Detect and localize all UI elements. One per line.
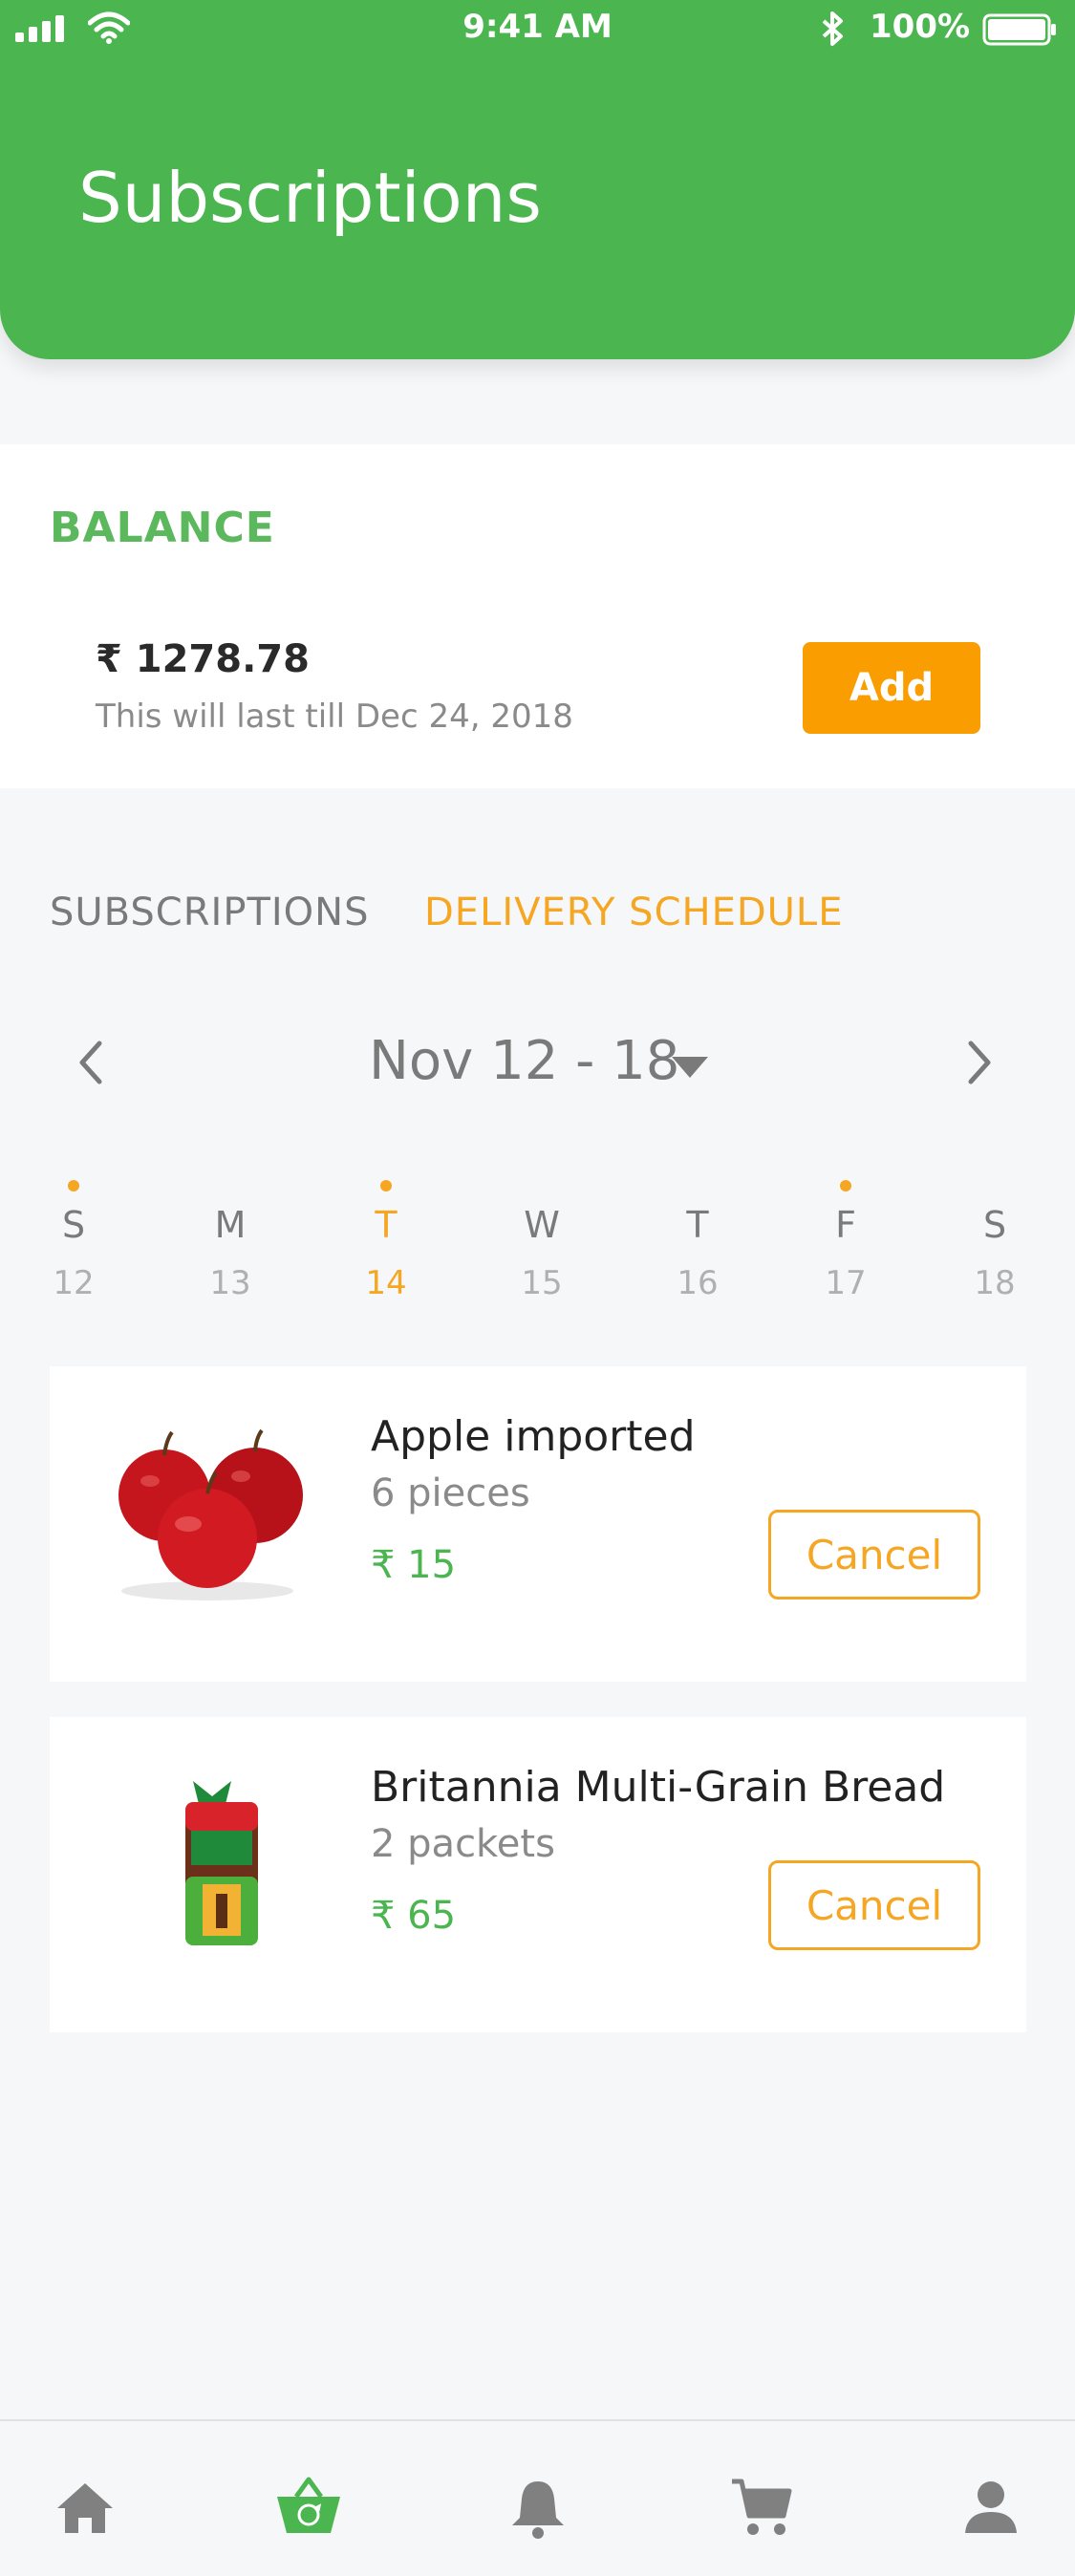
balance-duration-note: This will last till Dec 24, 2018 [96,698,573,736]
user-icon[interactable] [957,2474,1024,2541]
day-number: 14 [365,1264,407,1302]
week-range-selector[interactable]: Nov 12 - 18 [369,1030,679,1092]
balance-amount: ₹ 1278.78 [96,637,310,681]
day-letter: T [686,1204,709,1246]
add-balance-button[interactable]: Add [803,642,980,734]
day-number: 13 [209,1264,251,1302]
item-quantity: 2 packets [371,1822,555,1866]
day-letter: T [375,1204,398,1246]
delivery-dot [380,1180,392,1191]
day-saturday-18[interactable]: S 18 [952,1180,1038,1302]
bluetooth-icon [822,11,843,46]
item-name: Apple imported [371,1412,696,1461]
day-thursday-16[interactable]: T 16 [655,1180,741,1302]
battery-icon [982,13,1056,46]
bell-icon[interactable] [505,2474,571,2541]
cancel-button[interactable]: Cancel [768,1510,980,1599]
day-friday-17[interactable]: F 17 [803,1180,889,1302]
delivery-dot [68,1180,79,1191]
day-letter: S [982,1204,1007,1246]
tab-delivery-schedule[interactable]: DELIVERY SCHEDULE [424,891,843,934]
battery-percentage: 100% [870,8,971,46]
status-bar: 9:41 AM 100% [0,0,1075,57]
item-name: Britannia Multi-Grain Bread [371,1763,946,1812]
day-letter: W [524,1204,560,1246]
chevron-down-icon[interactable] [672,1057,708,1078]
day-number: 15 [521,1264,563,1302]
day-tuesday-14[interactable]: T 14 [343,1180,429,1302]
subscription-item-card: Britannia Multi-Grain Bread 2 packets ₹ … [50,1717,1026,2032]
day-letter: F [835,1204,856,1246]
day-letter: S [61,1204,86,1246]
item-price: ₹ 65 [371,1894,457,1938]
day-number: 16 [677,1264,719,1302]
balance-label: BALANCE [50,504,275,552]
cart-icon[interactable] [728,2474,795,2541]
tab-subscriptions[interactable]: SUBSCRIPTIONS [50,891,369,934]
home-icon[interactable] [52,2474,118,2541]
cancel-button[interactable]: Cancel [768,1860,980,1950]
apple-product-image [118,1428,303,1600]
day-number: 12 [53,1264,95,1302]
app-header: 9:41 AM 100% Subscriptions [0,0,1075,359]
bottom-navigation [0,2419,1075,2576]
subscription-item-card: Apple imported 6 pieces ₹ 15 Cancel [50,1366,1026,1682]
day-number: 17 [825,1264,867,1302]
balance-card: BALANCE ₹ 1278.78 This will last till De… [0,444,1075,788]
day-wednesday-15[interactable]: W 15 [499,1180,585,1302]
page-title: Subscriptions [78,158,542,238]
previous-week-icon[interactable] [76,1040,103,1085]
day-monday-13[interactable]: M 13 [187,1180,273,1302]
day-letter: M [214,1204,247,1246]
item-quantity: 6 pieces [371,1471,530,1515]
subscription-basket-icon[interactable] [275,2474,342,2541]
bread-packet-product-image [185,1781,258,1945]
delivery-dot [840,1180,851,1191]
day-number: 18 [974,1264,1016,1302]
next-week-icon[interactable] [967,1040,994,1085]
day-sunday-12[interactable]: S 12 [31,1180,117,1302]
item-price: ₹ 15 [371,1543,457,1587]
